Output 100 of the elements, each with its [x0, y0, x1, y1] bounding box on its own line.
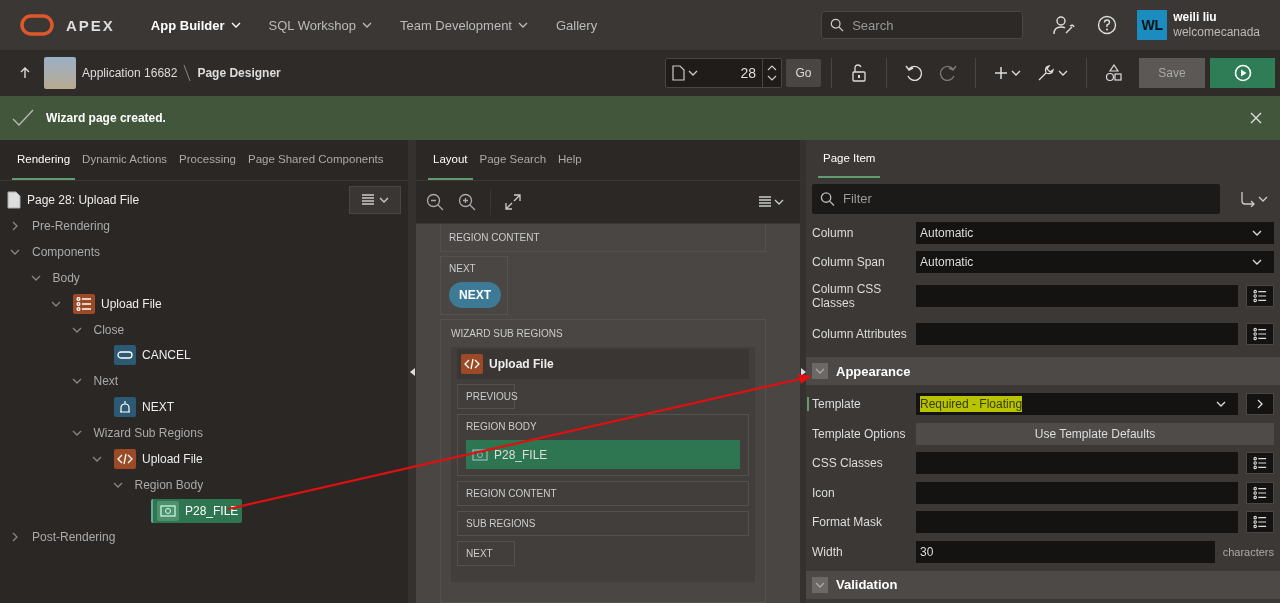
input-field[interactable]: [916, 452, 1238, 475]
list-icon: [1253, 288, 1267, 303]
slot-label: PREVIOUS: [466, 391, 518, 402]
input-field[interactable]: [916, 322, 1238, 345]
tab[interactable]: Page Shared Components: [243, 140, 389, 180]
user-wrench-icon[interactable]: [1053, 15, 1076, 35]
property-label: Column Span: [812, 255, 886, 270]
user-avatar[interactable]: WL: [1137, 10, 1168, 40]
search-field[interactable]: Search: [821, 11, 1024, 39]
tab[interactable]: Processing: [174, 140, 241, 180]
section-title: Validation: [836, 577, 898, 593]
chevron-down-icon: [517, 20, 528, 30]
chevron-right-icon: [10, 220, 20, 231]
chevron-down-icon: [774, 197, 784, 207]
tree-node[interactable]: Next: [89, 372, 123, 391]
breadcrumb-link[interactable]: Application 16682: [82, 66, 178, 80]
code-icon: [461, 354, 483, 374]
template-options-button[interactable]: Use Template Defaults: [916, 422, 1274, 445]
tree-node[interactable]: Upload File: [110, 446, 207, 471]
nav-menu[interactable]: Team Development: [399, 17, 528, 33]
filter-input[interactable]: Filter: [841, 190, 1212, 208]
logo-icon: [20, 14, 54, 36]
select-field[interactable]: Automatic: [916, 251, 1274, 274]
input-field[interactable]: 30: [916, 540, 1215, 563]
expand-icon[interactable]: [505, 194, 521, 210]
play-icon: [1233, 64, 1252, 82]
tree-node[interactable]: NEXT: [110, 395, 178, 420]
brand-name: APEX: [66, 16, 115, 34]
workspace-name: welcomecanada: [1173, 25, 1260, 40]
tab[interactable]: Layout: [428, 140, 473, 180]
list-icon: [1253, 485, 1267, 500]
select-field[interactable]: Automatic: [916, 221, 1274, 244]
run-button[interactable]: [1210, 58, 1275, 88]
page-title: Page Designer: [197, 66, 281, 80]
photo-placeholder: [44, 57, 76, 89]
navigate-button[interactable]: [1246, 392, 1274, 415]
nav-menu[interactable]: App Builder: [150, 17, 241, 33]
slot-label: NEXT: [466, 548, 493, 559]
search-input[interactable]: Search: [850, 16, 1015, 34]
tree-node[interactable]: Body: [48, 268, 84, 287]
help-icon[interactable]: [1097, 15, 1118, 35]
tree-node[interactable]: CANCEL: [110, 343, 195, 368]
list-button[interactable]: [1246, 322, 1274, 345]
page-number-field[interactable]: 28: [704, 64, 762, 82]
property-label: Icon: [812, 485, 836, 500]
list-button[interactable]: [1246, 284, 1274, 307]
check-icon: [12, 109, 34, 127]
tree-node[interactable]: Region Body: [130, 475, 208, 494]
nav-menu[interactable]: Gallery: [555, 17, 598, 33]
plus-icon: [994, 66, 1008, 80]
list-button[interactable]: [1246, 452, 1274, 475]
page-item[interactable]: P28_FILE: [466, 440, 740, 469]
menu-icon: [361, 194, 375, 206]
zoom-out-icon[interactable]: [426, 193, 444, 211]
tab[interactable]: Rendering: [12, 140, 76, 180]
property-label: Column Attributes: [812, 326, 908, 341]
list-button[interactable]: [1246, 511, 1274, 534]
input-field[interactable]: [916, 511, 1238, 534]
go-button[interactable]: Go: [786, 59, 821, 87]
tab[interactable]: Page Search: [474, 140, 552, 180]
tree-node[interactable]: Wizard Sub Regions: [89, 424, 207, 443]
tree-node[interactable]: P28_FILE: [151, 498, 243, 523]
property-label: Column CSS Classes: [812, 281, 883, 310]
collapse-toggle[interactable]: [812, 576, 828, 593]
view-menu-button[interactable]: [349, 186, 401, 214]
page-icon: [672, 65, 685, 81]
region-title: Upload File: [489, 357, 554, 371]
page-selector[interactable]: 28: [665, 58, 782, 88]
input-field[interactable]: [916, 481, 1238, 504]
slot-label: REGION BODY: [466, 421, 537, 432]
tab[interactable]: Page Item: [818, 140, 881, 178]
chevron-down-icon: [379, 195, 389, 205]
search-icon: [830, 17, 845, 33]
chevron-right-icon: [1255, 398, 1265, 409]
region-content-slot: REGION CONTENT: [440, 224, 766, 252]
tab[interactable]: Help: [553, 140, 587, 180]
list-icon: [1253, 515, 1267, 530]
return-arrow-icon: [1240, 190, 1256, 207]
select-field[interactable]: Required - Floating: [916, 392, 1238, 415]
property-label: Column: [812, 225, 855, 240]
list-button[interactable]: [1246, 481, 1274, 504]
tree-node[interactable]: Post-Rendering: [28, 527, 120, 546]
next-button[interactable]: NEXT: [449, 282, 501, 308]
up-arrow-icon[interactable]: [20, 67, 30, 79]
tree-node[interactable]: Close: [89, 320, 129, 339]
tree-node[interactable]: Upload File: [69, 291, 166, 316]
chevron-down-icon: [1011, 68, 1021, 78]
filter-field[interactable]: Filter: [812, 183, 1220, 214]
list-icon: [1253, 326, 1267, 341]
input-field[interactable]: [916, 284, 1238, 307]
property-label: Width: [812, 544, 844, 559]
list-icon: [1253, 456, 1267, 471]
nav-menu[interactable]: SQL Workshop: [268, 17, 372, 33]
collapse-toggle[interactable]: [812, 363, 828, 380]
tab[interactable]: Dynamic Actions: [77, 140, 173, 180]
slot-label: SUB REGIONS: [466, 518, 536, 529]
tree-node[interactable]: Pre-Rendering: [28, 216, 115, 235]
slot-label: REGION CONTENT: [466, 488, 557, 499]
zoom-in-icon[interactable]: [458, 193, 476, 211]
tree-node[interactable]: Components: [28, 242, 105, 261]
